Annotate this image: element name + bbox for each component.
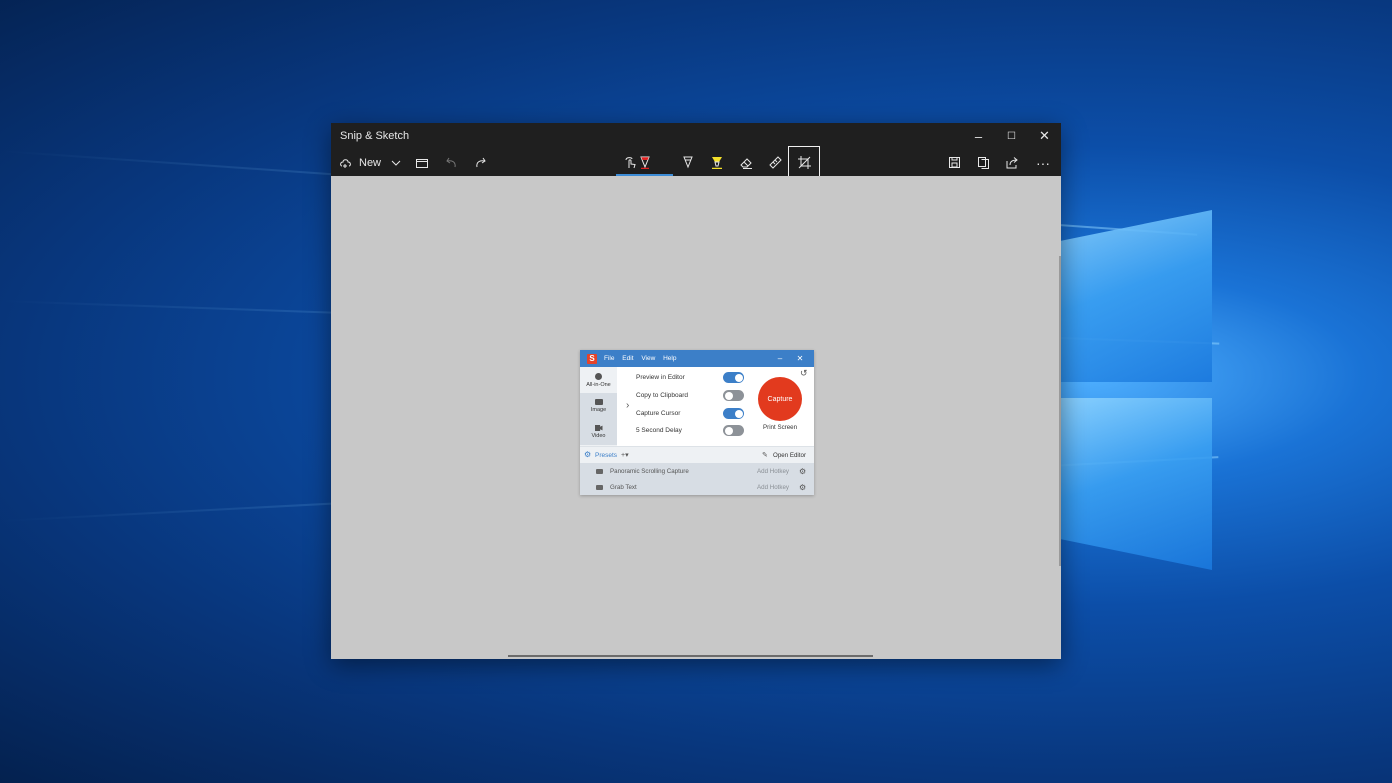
snagit-minimize: – (777, 354, 783, 363)
sidebar-label-video: Video (591, 433, 606, 439)
camera-icon (594, 399, 603, 405)
ballpoint-pen-icon (639, 156, 651, 169)
toolbar: New ··· (331, 146, 1061, 179)
new-label: New (359, 156, 382, 169)
all-in-one-icon (595, 372, 602, 380)
chevron-down-icon (391, 160, 401, 166)
share-icon (1006, 156, 1018, 169)
preset-camera-icon (596, 468, 603, 474)
ruler-button[interactable] (764, 149, 786, 176)
highlighter-icon (711, 156, 723, 169)
close-button[interactable]: ✕ (1028, 123, 1061, 149)
snagit-options-panel: › Preview in Editor Copy to Clipboard Ca… (617, 367, 814, 446)
preset-hotkey: Add Hotkey (757, 483, 789, 491)
maximize-button[interactable]: ☐ (995, 123, 1028, 149)
add-preset-button: +▾ (621, 452, 629, 459)
snagit-menu: File Edit View Help (604, 355, 682, 362)
new-dropdown-button[interactable] (387, 149, 405, 176)
open-editor-label: Open Editor (773, 452, 807, 459)
toggle-preview-in-editor (723, 372, 744, 383)
snagit-logo-icon: S (587, 353, 597, 364)
menu-file: File (604, 355, 615, 362)
preset-row-panoramic: Panoramic Scrolling Capture Add Hotkey ⚙ (580, 463, 814, 479)
folder-icon (416, 158, 428, 168)
presets-label: Presets (595, 452, 618, 459)
presets-gear-icon: ⚙ (584, 450, 592, 459)
undo-icon (445, 157, 457, 168)
option-preview-in-editor: Preview in Editor (636, 374, 685, 381)
pencil-icon (682, 156, 694, 169)
save-icon (948, 157, 960, 168)
snagit-sidebar: All-in-One Image Video (580, 367, 617, 446)
more-button[interactable]: ··· (1031, 149, 1055, 176)
crop-button[interactable] (788, 146, 820, 179)
option-capture-cursor: Capture Cursor (636, 410, 681, 417)
presets-bar: ⚙ Presets +▾ ✎ Open Editor (580, 446, 814, 464)
sidebar-label-image: Image (590, 407, 607, 413)
canvas[interactable]: S File Edit View Help – ✕ All-in-One Ima… (331, 176, 1061, 659)
horizontal-scrollbar[interactable] (508, 655, 873, 657)
snagit-close: ✕ (796, 354, 804, 363)
toggle-copy-to-clipboard (723, 390, 744, 401)
redo-button[interactable] (470, 149, 490, 176)
preset-camera-icon (596, 484, 603, 490)
highlighter-button[interactable] (706, 149, 728, 176)
video-icon (594, 425, 603, 431)
toggle-5-second-delay (723, 425, 744, 436)
eraser-icon (739, 157, 753, 169)
copy-button[interactable] (973, 149, 993, 176)
snagit-title-bar: S File Edit View Help – ✕ (580, 350, 814, 367)
eraser-button[interactable] (735, 149, 757, 176)
save-button[interactable] (944, 149, 964, 176)
preset-name: Grab Text (610, 483, 637, 491)
pencil-button[interactable] (677, 149, 699, 176)
sidebar-item-image: Image (580, 393, 617, 419)
preset-gear-icon: ⚙ (799, 482, 807, 492)
title-bar: Snip & Sketch – ☐ ✕ (331, 123, 1061, 149)
redo-icon (475, 157, 486, 168)
toggle-capture-cursor (723, 408, 744, 419)
minimize-button[interactable]: – (962, 123, 995, 149)
preset-name: Panoramic Scrolling Capture (610, 467, 689, 475)
menu-help: Help (663, 355, 677, 362)
menu-view: View (641, 355, 656, 362)
option-copy-to-clipboard: Copy to Clipboard (636, 392, 689, 399)
new-button[interactable]: New (339, 149, 381, 176)
copy-icon (977, 156, 989, 169)
sidebar-item-video: Video (580, 419, 617, 445)
menu-edit: Edit (622, 355, 634, 362)
crop-icon (797, 156, 811, 169)
new-snip-icon (339, 157, 353, 169)
reset-icon: ↺ (800, 368, 808, 378)
more-icon: ··· (1036, 154, 1050, 171)
chevron-right-icon: › (626, 400, 630, 411)
preset-hotkey: Add Hotkey (757, 467, 789, 475)
shortcut-label: Print Screen (763, 424, 798, 431)
ruler-icon (768, 156, 782, 169)
sidebar-label-all-in-one: All-in-One (586, 381, 611, 388)
preset-row-grab-text: Grab Text Add Hotkey ⚙ (580, 479, 814, 495)
share-button[interactable] (1002, 149, 1022, 176)
preset-gear-icon: ⚙ (799, 466, 807, 476)
undo-button[interactable] (441, 149, 461, 176)
ballpoint-pen-button[interactable] (616, 149, 673, 176)
capture-button: Capture (758, 377, 802, 421)
window-title: Snip & Sketch (340, 130, 410, 142)
sidebar-item-all-in-one: All-in-One (580, 367, 617, 393)
snip-sketch-window: Snip & Sketch – ☐ ✕ New ··· S File Edit … (331, 123, 1061, 659)
snagit-screenshot: S File Edit View Help – ✕ All-in-One Ima… (580, 350, 814, 495)
vertical-scrollbar[interactable] (1059, 256, 1061, 566)
open-editor-icon: ✎ (762, 452, 768, 459)
option-5-second-delay: 5 Second Delay (636, 427, 682, 434)
open-file-button[interactable] (412, 149, 432, 176)
